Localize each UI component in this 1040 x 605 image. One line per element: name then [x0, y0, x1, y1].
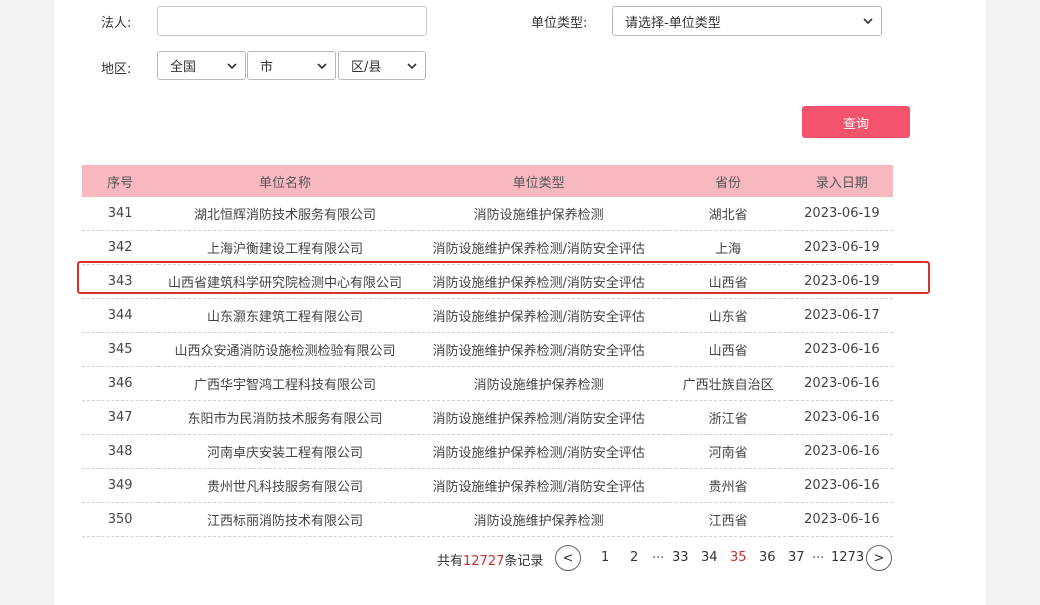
- row-index: 341: [82, 197, 159, 231]
- row-province: 贵州省: [665, 468, 791, 503]
- row-unit-type: 消防设施维护保养检测/消防安全评估: [411, 434, 666, 469]
- chevron-down-icon: [863, 18, 873, 25]
- row-province: 河南省: [665, 434, 791, 469]
- row-province: 浙江省: [665, 400, 791, 435]
- city-select[interactable]: 市: [247, 51, 336, 80]
- page-link[interactable]: 34: [701, 550, 718, 565]
- next-page-button[interactable]: >: [866, 545, 892, 571]
- row-entry-date: 2023-06-19: [790, 264, 893, 299]
- table-row[interactable]: 346 广西华宇智鸿工程科技有限公司 消防设施维护保养检测 广西壮族自治区 2023-0…: [82, 366, 893, 401]
- region-label: 地区:: [101, 62, 132, 77]
- row-unit-type: 消防设施维护保养检测: [411, 197, 666, 231]
- legal-person-label: 法人:: [101, 16, 132, 31]
- row-entry-date: 2023-06-19: [790, 230, 893, 265]
- table-row[interactable]: 349 贵州世凡科技服务有限公司 消防设施维护保养检测/消防安全评估 贵州省 2023-…: [82, 468, 893, 503]
- row-unit-name: 广西华宇智鸿工程科技有限公司: [158, 366, 412, 401]
- row-unit-type: 消防设施维护保养检测/消防安全评估: [411, 298, 666, 333]
- row-unit-type: 消防设施维护保养检测/消防安全评估: [411, 264, 666, 299]
- district-value: 区/县: [351, 60, 382, 75]
- total-records: 共有12727条记录: [437, 554, 544, 569]
- row-entry-date: 2023-06-16: [790, 434, 893, 469]
- row-entry-date: 2023-06-16: [790, 400, 893, 435]
- row-province: 山东省: [665, 298, 791, 333]
- row-province: 江西省: [665, 502, 791, 537]
- page-link[interactable]: 37: [788, 550, 805, 565]
- chevron-down-icon: [407, 63, 417, 70]
- row-index: 344: [82, 298, 159, 333]
- row-unit-name: 江西标丽消防技术有限公司: [158, 502, 412, 537]
- table-row[interactable]: 347 东阳市为民消防技术服务有限公司 消防设施维护保养检测/消防安全评估 浙江省 20…: [82, 400, 893, 435]
- total-count: 12727: [463, 554, 505, 569]
- page-link-current[interactable]: 35: [730, 550, 747, 565]
- row-unit-type: 消防设施维护保养检测/消防安全评估: [411, 400, 666, 435]
- unit-type-label: 单位类型:: [531, 16, 588, 31]
- table-row[interactable]: 344 山东灏东建筑工程有限公司 消防设施维护保养检测/消防安全评估 山东省 2023-…: [82, 298, 893, 333]
- district-select[interactable]: 区/县: [338, 51, 426, 80]
- row-province: 上海: [665, 230, 791, 265]
- header-entry-date: 录入日期: [790, 165, 893, 197]
- row-index: 345: [82, 332, 159, 367]
- row-unit-type: 消防设施维护保养检测: [411, 366, 666, 401]
- row-province: 山西省: [665, 332, 791, 367]
- header-unit-type: 单位类型: [411, 165, 666, 197]
- row-entry-date: 2023-06-16: [790, 468, 893, 503]
- row-unit-name: 山东灏东建筑工程有限公司: [158, 298, 412, 333]
- row-entry-date: 2023-06-16: [790, 502, 893, 537]
- header-index: 序号: [82, 165, 159, 197]
- table-row[interactable]: 343 山西省建筑科学研究院检测中心有限公司 消防设施维护保养检测/消防安全评估 山西…: [82, 264, 893, 299]
- row-index: 343: [82, 264, 159, 299]
- table-header-row: 序号 单位名称 单位类型 省份 录入日期: [82, 165, 893, 197]
- page-ellipsis: ...: [812, 547, 825, 562]
- row-unit-type: 消防设施维护保养检测/消防安全评估: [411, 230, 666, 265]
- row-unit-name: 山西众安通消防设施检测检验有限公司: [158, 332, 412, 367]
- legal-person-input[interactable]: [157, 6, 427, 36]
- province-value: 全国: [170, 60, 197, 75]
- row-entry-date: 2023-06-16: [790, 332, 893, 367]
- table-row[interactable]: 350 江西标丽消防技术有限公司 消防设施维护保养检测 江西省 2023-06-16: [82, 502, 893, 537]
- chevron-down-icon: [227, 63, 237, 70]
- row-unit-name: 贵州世凡科技服务有限公司: [158, 468, 412, 503]
- table-row[interactable]: 341 湖北恒辉消防技术服务有限公司 消防设施维护保养检测 湖北省 2023-06-19: [82, 197, 893, 231]
- row-entry-date: 2023-06-16: [790, 366, 893, 401]
- pagination: 共有12727条记录 < 1 2 ... 33 34 35 36 37 ... …: [0, 545, 1040, 571]
- query-button[interactable]: 查询: [802, 106, 910, 138]
- city-value: 市: [260, 60, 274, 75]
- row-unit-type: 消防设施维护保养检测/消防安全评估: [411, 332, 666, 367]
- row-index: 346: [82, 366, 159, 401]
- header-unit-name: 单位名称: [158, 165, 412, 197]
- row-unit-name: 东阳市为民消防技术服务有限公司: [158, 400, 412, 435]
- table-row[interactable]: 345 山西众安通消防设施检测检验有限公司 消防设施维护保养检测/消防安全评估 山西省…: [82, 332, 893, 367]
- chevron-down-icon: [317, 63, 327, 70]
- header-province: 省份: [665, 165, 791, 197]
- table-row[interactable]: 348 河南卓庆安装工程有限公司 消防设施维护保养检测/消防安全评估 河南省 2023-…: [82, 434, 893, 469]
- row-unit-name: 上海沪衡建设工程有限公司: [158, 230, 412, 265]
- page-ellipsis: ...: [652, 547, 665, 562]
- row-entry-date: 2023-06-19: [790, 197, 893, 231]
- table-row[interactable]: 342 上海沪衡建设工程有限公司 消防设施维护保养检测/消防安全评估 上海 2023-0…: [82, 230, 893, 265]
- page-link[interactable]: 1273: [831, 550, 864, 565]
- prev-page-button[interactable]: <: [555, 545, 581, 571]
- unit-type-value: 请选择-单位类型: [625, 15, 721, 31]
- row-province: 山西省: [665, 264, 791, 299]
- row-unit-type: 消防设施维护保养检测/消防安全评估: [411, 468, 666, 503]
- page-link[interactable]: 1: [601, 550, 609, 565]
- unit-type-select[interactable]: 请选择-单位类型: [612, 6, 882, 36]
- row-province: 湖北省: [665, 197, 791, 231]
- row-index: 348: [82, 434, 159, 469]
- page-link[interactable]: 2: [630, 550, 638, 565]
- page-link[interactable]: 33: [672, 550, 689, 565]
- row-index: 350: [82, 502, 159, 537]
- row-entry-date: 2023-06-17: [790, 298, 893, 333]
- row-unit-name: 山西省建筑科学研究院检测中心有限公司: [158, 264, 412, 299]
- row-unit-name: 湖北恒辉消防技术服务有限公司: [158, 197, 412, 231]
- row-province: 广西壮族自治区: [665, 366, 791, 401]
- row-unit-name: 河南卓庆安装工程有限公司: [158, 434, 412, 469]
- page-link[interactable]: 36: [759, 550, 776, 565]
- row-index: 349: [82, 468, 159, 503]
- row-unit-type: 消防设施维护保养检测: [411, 502, 666, 537]
- results-table: 序号 单位名称 单位类型 省份 录入日期 341 湖北恒辉消防技术服务有限公司 消防…: [82, 165, 893, 537]
- province-select[interactable]: 全国: [157, 51, 246, 80]
- row-index: 347: [82, 400, 159, 435]
- row-index: 342: [82, 230, 159, 265]
